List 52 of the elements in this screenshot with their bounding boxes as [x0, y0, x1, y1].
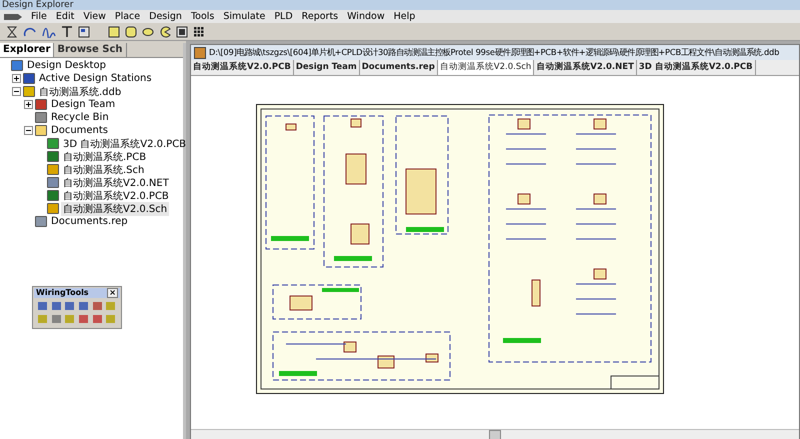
menu-item[interactable]: Window: [347, 11, 385, 22]
rounded-rectangle-icon[interactable]: [125, 26, 137, 38]
menu-item[interactable]: Design: [149, 11, 182, 22]
document-path: D:\[09]电路城\tszgzs\[604]单片机+CPLD设计30路自动测温主控板Protel 99se硬件原理图+PCB+软件+逻辑源码\硬件原理图+PCB工程文件\自动测温系统.ddb: [209, 47, 780, 58]
document-tab[interactable]: Design Team: [294, 60, 360, 75]
tree-item[interactable]: Documents.rep: [49, 216, 130, 227]
tree-item[interactable]: Active Design Stations: [37, 73, 154, 84]
tree-item[interactable]: Design Desktop: [25, 60, 108, 71]
tree-item[interactable]: Design Team: [49, 99, 118, 110]
close-button[interactable]: ×: [107, 288, 118, 298]
tree-item[interactable]: Recycle Bin: [49, 112, 111, 123]
wave-icon[interactable]: [42, 26, 56, 38]
image-icon[interactable]: [176, 26, 188, 38]
tree-item[interactable]: 3D 自动测温系统V2.0.PCB: [61, 136, 188, 150]
array-icon[interactable]: [193, 26, 205, 38]
menu-item[interactable]: Place: [114, 11, 140, 22]
pie-icon[interactable]: [159, 26, 171, 38]
tree-item[interactable]: 自动测温系统V2.0.PCB: [61, 188, 171, 202]
tree-item[interactable]: 自动测温系统.Sch: [61, 162, 146, 176]
palette-title: WiringTools: [36, 288, 89, 298]
arc-icon[interactable]: [23, 26, 37, 38]
ellipse-icon[interactable]: [142, 26, 154, 38]
tree-item[interactable]: 自动测温系统V2.0.NET: [61, 176, 171, 190]
hourglass-icon[interactable]: [6, 26, 18, 38]
menu-item[interactable]: Simulate: [223, 11, 266, 22]
menu-item[interactable]: File: [31, 11, 47, 22]
document-tab[interactable]: 自动测温系统V2.0.NET: [534, 60, 637, 75]
expand-toggle[interactable]: [24, 100, 33, 109]
text-icon[interactable]: [61, 26, 73, 38]
panel-tab[interactable]: Explorer: [0, 43, 54, 57]
expand-toggle[interactable]: [12, 74, 21, 83]
window-title: Design Explorer: [2, 0, 74, 10]
menu-item[interactable]: Tools: [190, 11, 214, 22]
menu-item[interactable]: Help: [394, 11, 416, 22]
expand-toggle[interactable]: [24, 126, 33, 135]
menu-item[interactable]: View: [83, 11, 106, 22]
tree-item[interactable]: 自动测温系统.PCB: [61, 150, 148, 164]
menu-item[interactable]: PLD: [274, 11, 293, 22]
document-tab[interactable]: 自动测温系统V2.0.Sch: [438, 60, 534, 75]
tree-item[interactable]: 自动测温系统.ddb: [37, 84, 124, 98]
panel-tab[interactable]: Browse Sch: [54, 43, 127, 57]
scroll-thumb[interactable]: [489, 430, 501, 439]
tree-item[interactable]: Documents: [49, 125, 110, 136]
text-frame-icon[interactable]: [78, 26, 90, 38]
menu-item[interactable]: Reports: [302, 11, 338, 22]
system-menu-icon[interactable]: [4, 12, 22, 20]
document-tab[interactable]: 3D 自动测温系统V2.0.PCB: [636, 60, 756, 75]
document-tab[interactable]: 自动测温系统V2.0.PCB: [191, 60, 294, 75]
tree-item[interactable]: 自动测温系统V2.0.Sch: [61, 202, 170, 216]
rectangle-icon[interactable]: [108, 26, 120, 38]
menu-item[interactable]: Edit: [56, 11, 74, 22]
expand-toggle[interactable]: [12, 87, 21, 96]
